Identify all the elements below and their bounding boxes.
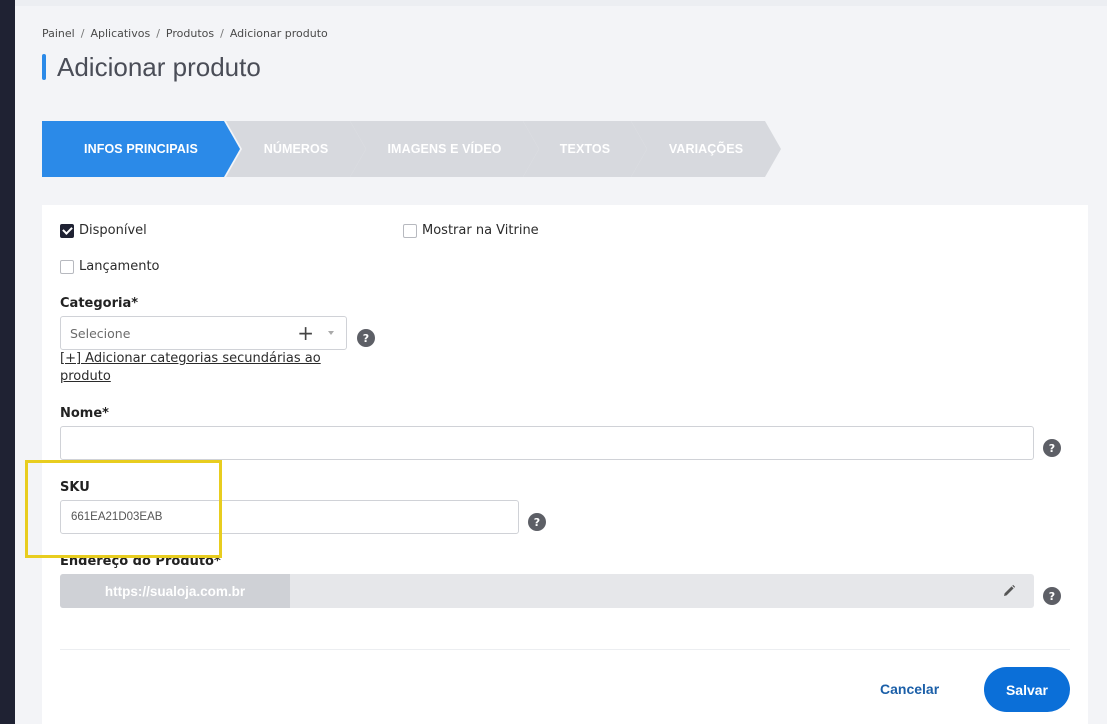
wizard-steps: INFOS PRINCIPAIS NÚMEROS IMAGENS E VÍDEO…: [42, 121, 782, 177]
nome-help-icon[interactable]: ?: [1043, 439, 1061, 457]
step-label: VARIAÇÕES: [668, 142, 744, 156]
topbar: [15, 0, 1107, 6]
sku-highlight-box: [25, 460, 222, 558]
form-divider: [60, 649, 1070, 650]
endereco-help-icon[interactable]: ?: [1043, 587, 1061, 605]
vitrine-checkbox[interactable]: [403, 223, 417, 238]
save-button[interactable]: Salvar: [984, 667, 1070, 712]
breadcrumb-separator: /: [80, 27, 85, 40]
link-line-1: [+] Adicionar categorias secundárias ao: [60, 351, 321, 366]
lancamento-checkbox[interactable]: [60, 259, 74, 274]
breadcrumb-separator: /: [156, 27, 160, 40]
step-numeros[interactable]: NÚMEROS: [226, 121, 366, 177]
step-label: NÚMEROS: [263, 142, 329, 156]
breadcrumb-separator: /: [220, 27, 224, 40]
url-prefix: https://sualoja.com.br: [60, 574, 290, 608]
breadcrumb-aplicativos[interactable]: Aplicativos: [90, 27, 150, 40]
title-accent-bar: [42, 54, 46, 80]
nome-input[interactable]: [60, 426, 1034, 460]
breadcrumb: Painel / Aplicativos / Produtos / Adicio…: [42, 27, 328, 40]
step-infos-principais[interactable]: INFOS PRINCIPAIS: [42, 121, 240, 177]
page-title: Adicionar produto: [42, 52, 261, 82]
step-label: IMAGENS E VÍDEO: [387, 142, 502, 156]
categoria-label: Categoria*: [60, 296, 139, 311]
cancel-button[interactable]: Cancelar: [880, 681, 939, 697]
categoria-help-icon[interactable]: ?: [357, 329, 375, 347]
breadcrumb-current: Adicionar produto: [229, 27, 328, 40]
step-label: INFOS PRINCIPAIS: [84, 142, 198, 156]
step-variacoes[interactable]: VARIAÇÕES: [631, 121, 781, 177]
step-label: TEXTOS: [559, 142, 611, 156]
categoria-placeholder: Selecione: [70, 325, 131, 341]
step-textos[interactable]: TEXTOS: [523, 121, 647, 177]
page-title-text: Adicionar produto: [57, 51, 261, 82]
add-secondary-categories-link[interactable]: [+] Adicionar categorias secundárias ao …: [60, 350, 321, 386]
vitrine-label: Mostrar na Vitrine: [422, 223, 539, 238]
breadcrumb-produtos[interactable]: Produtos: [166, 27, 214, 40]
breadcrumb-painel[interactable]: Painel: [42, 27, 75, 40]
step-imagens-video[interactable]: IMAGENS E VÍDEO: [350, 121, 539, 177]
disponivel-label: Disponível: [79, 223, 147, 238]
chevron-down-icon[interactable]: [328, 331, 334, 335]
vitrine-checkbox-row[interactable]: Mostrar na Vitrine: [403, 223, 539, 238]
disponivel-checkbox[interactable]: [60, 223, 74, 238]
categoria-select[interactable]: Selecione +: [60, 316, 347, 350]
left-rail: [0, 0, 15, 724]
endereco-url-field[interactable]: https://sualoja.com.br: [60, 574, 1034, 608]
add-category-icon[interactable]: +: [297, 323, 314, 343]
pencil-icon[interactable]: [1002, 584, 1016, 598]
lancamento-label: Lançamento: [79, 259, 160, 274]
link-line-2: produto: [60, 369, 111, 384]
disponivel-checkbox-row[interactable]: Disponível: [60, 223, 147, 238]
sku-help-icon[interactable]: ?: [528, 513, 546, 531]
nome-label: Nome*: [60, 406, 109, 421]
lancamento-checkbox-row[interactable]: Lançamento: [60, 259, 160, 274]
